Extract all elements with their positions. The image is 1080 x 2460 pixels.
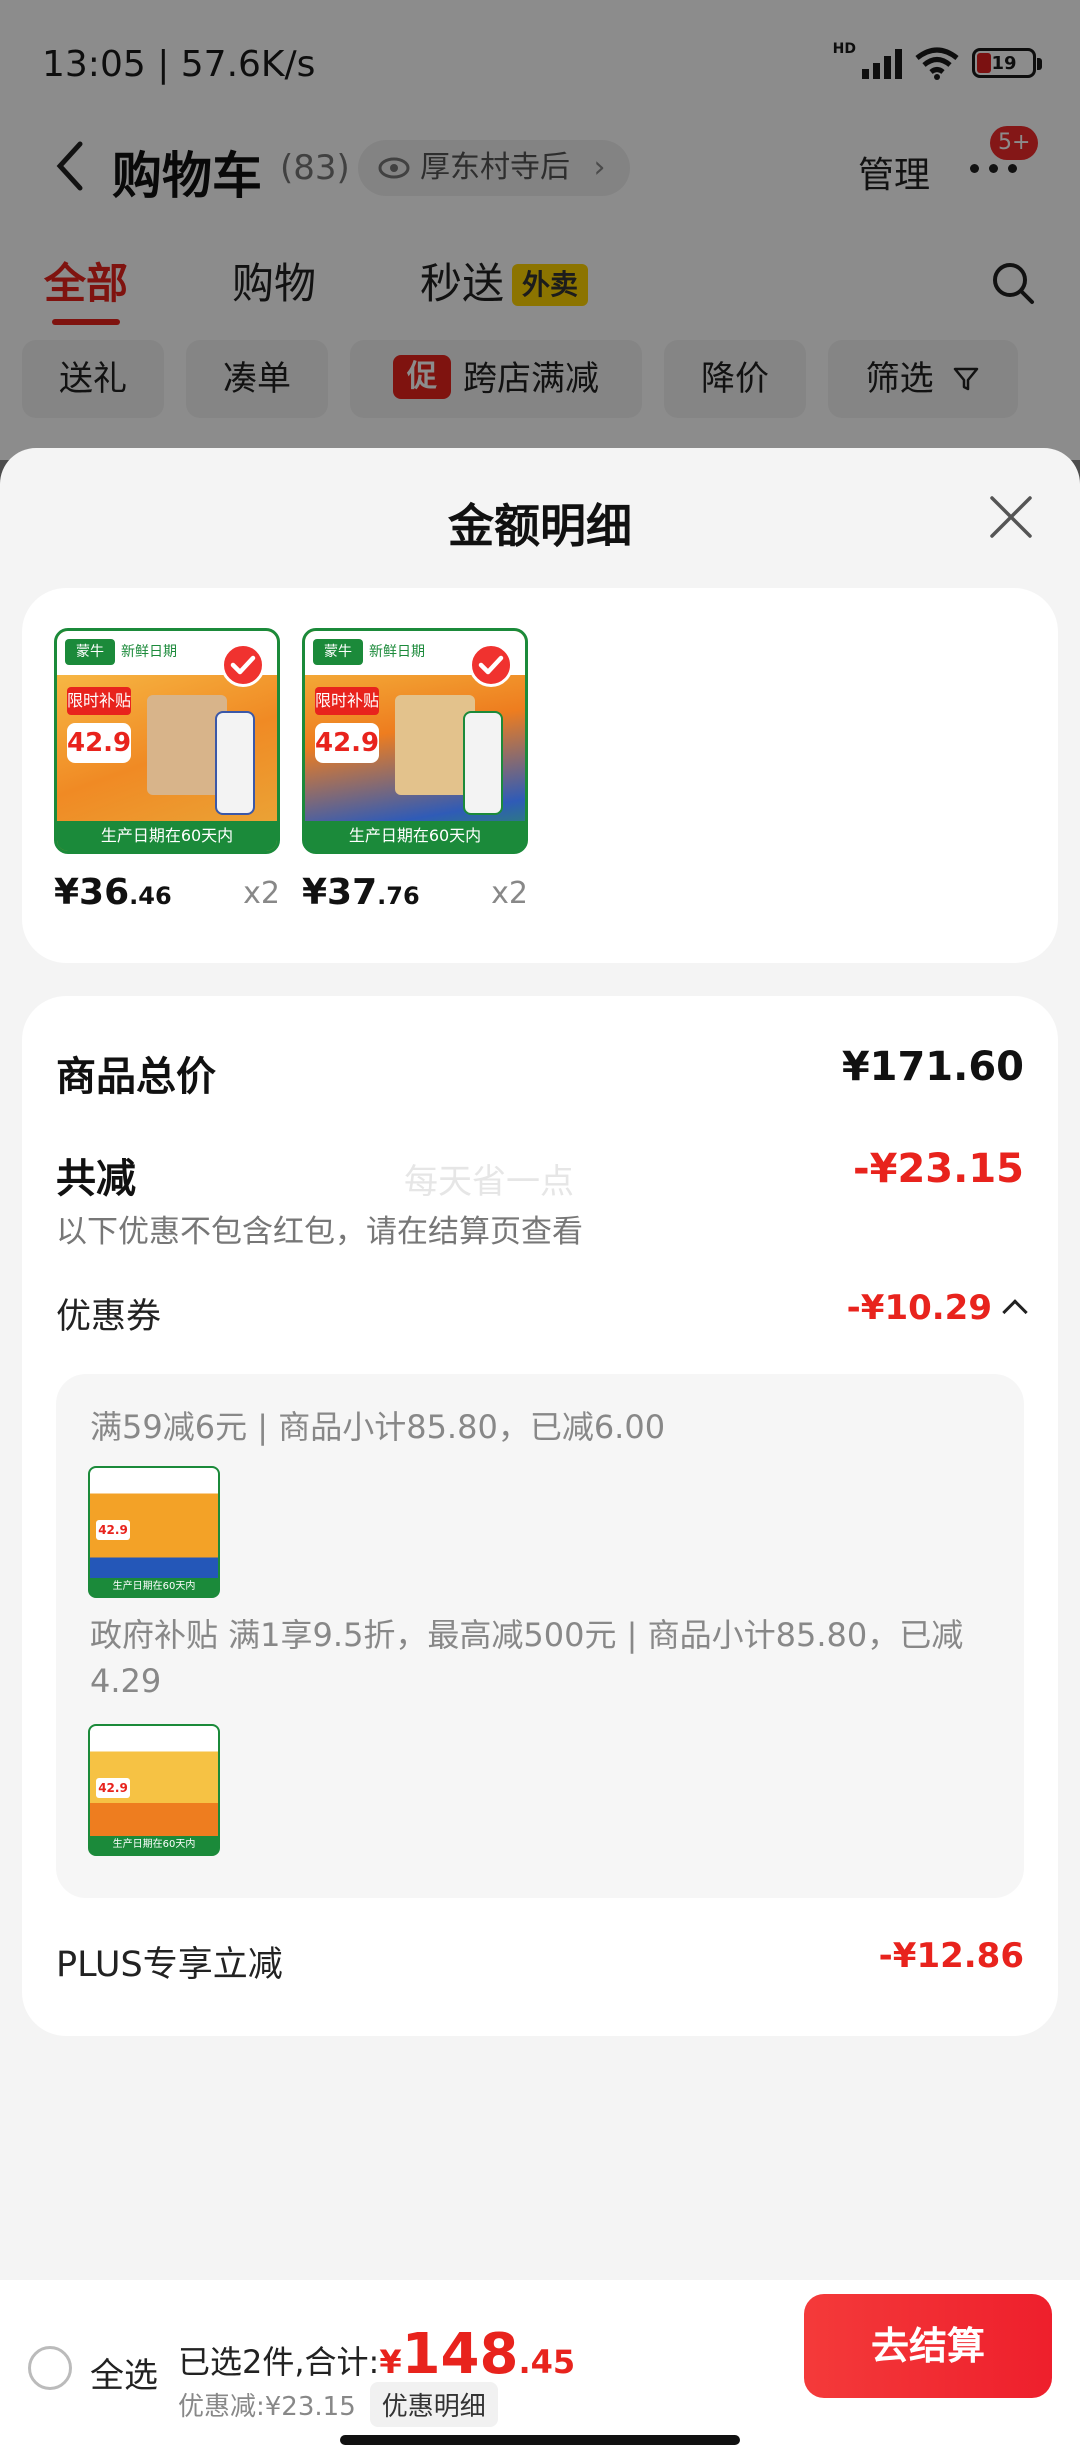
selected-count-label: 已选2件,合计: [178,2343,380,2381]
product-quantity: x2 [491,876,528,911]
product-item[interactable]: 蒙牛 新鲜日期 限时补贴 42.9 生产日期在60天内 ¥37.76 x2 [302,628,528,913]
product-footer: 生产日期在60天内 [305,821,525,851]
check-icon [221,643,265,687]
total-decimal: .45 [518,2343,576,2381]
product-image: 蒙牛 新鲜日期 限时补贴 42.9 生产日期在60天内 [54,628,280,854]
discount-amount: 优惠减:¥23.15 [178,2392,356,2422]
coupon-details: 满59减6元 | 商品小计85.80，已减6.00 42.9 生产日期在60天内… [56,1374,1024,1898]
coupon-label: 优惠券 [56,1297,162,1337]
fresh-date-label: 新鲜日期 [369,644,425,660]
home-indicator[interactable] [340,2435,740,2445]
coupon-line-government-subsidy: 政府补贴 满1享9.5折，最高减500元 | 商品小计85.80，已减4.29 [90,1616,964,1700]
coupon-product-thumbnail: 42.9 生产日期在60天内 [88,1724,220,1856]
close-icon[interactable] [986,492,1036,542]
product-item[interactable]: 蒙牛 新鲜日期 限时补贴 42.9 生产日期在60天内 ¥36.46 x2 [54,628,280,913]
coupon-value: -¥10.29 [846,1288,992,1328]
total-price-value: ¥171.60 [841,1044,1024,1090]
total-price-row: 商品总价 ¥171.60 [56,1044,1024,1102]
select-all-checkbox[interactable] [28,2346,72,2390]
watermark: 每天省一点 [404,1162,574,1202]
product-image: 蒙牛 新鲜日期 限时补贴 42.9 生产日期在60天内 [302,628,528,854]
check-icon [469,643,513,687]
price-breakdown-card: 商品总价 ¥171.60 共减 -¥23.15 每天省一点 以下优惠不包含红包，… [22,996,1058,2036]
limited-subsidy-label: 限时补贴 [315,687,379,715]
total-discount-label: 共减 [56,1156,136,1202]
coupon-product-thumbnail: 42.9 生产日期在60天内 [88,1466,220,1598]
total-currency: ¥ [379,2343,402,2381]
select-all-label[interactable]: 全选 [90,2348,158,2397]
plus-discount-label: PLUS专享立减 [56,1945,283,1985]
brand-logo: 蒙牛 [65,639,115,665]
total-discount-value: -¥23.15 [853,1146,1024,1192]
plus-discount-value: -¥12.86 [878,1936,1024,1976]
sheet-title: 金额明细 [448,499,632,553]
coupon-line-full-reduction: 满59减6元 | 商品小计85.80，已减6.00 [90,1408,666,1446]
plus-discount-row: PLUS专享立减 -¥12.86 [56,1936,1024,1987]
checkout-bar: 全选 已选2件,合计:¥148.45 优惠减:¥23.15 优惠明细 去结算 [0,2280,1080,2460]
selected-products-card: 蒙牛 新鲜日期 限时补贴 42.9 生产日期在60天内 ¥36.46 x2 蒙牛… [22,588,1058,963]
fresh-date-label: 新鲜日期 [121,644,177,660]
image-price-tag: 42.9 [67,723,131,763]
image-price-tag: 42.9 [315,723,379,763]
product-price: ¥36.46 [54,872,172,913]
product-quantity: x2 [243,876,280,911]
checkout-button[interactable]: 去结算 [804,2294,1052,2398]
chevron-up-icon[interactable] [1002,1299,1028,1325]
coupon-row[interactable]: 优惠券 -¥10.29 [56,1288,1028,1339]
discount-summary: 优惠减:¥23.15 优惠明细 [178,2382,498,2427]
amount-detail-sheet: 金额明细 蒙牛 新鲜日期 限时补贴 42.9 生产日期在60天内 ¥36.46 … [0,448,1080,2460]
product-price: ¥37.76 [302,872,420,913]
discount-detail-button[interactable]: 优惠明细 [369,2382,498,2427]
discount-note: 以下优惠不包含红包，请在结算页查看 [56,1214,583,1250]
brand-logo: 蒙牛 [313,639,363,665]
total-integer: 148 [401,2322,519,2387]
coupon-value-wrap: -¥10.29 [846,1288,1028,1328]
limited-subsidy-label: 限时补贴 [67,687,131,715]
selected-total: 已选2件,合计:¥148.45 [178,2322,575,2387]
total-price-label: 商品总价 [56,1054,216,1100]
product-footer: 生产日期在60天内 [57,821,277,851]
